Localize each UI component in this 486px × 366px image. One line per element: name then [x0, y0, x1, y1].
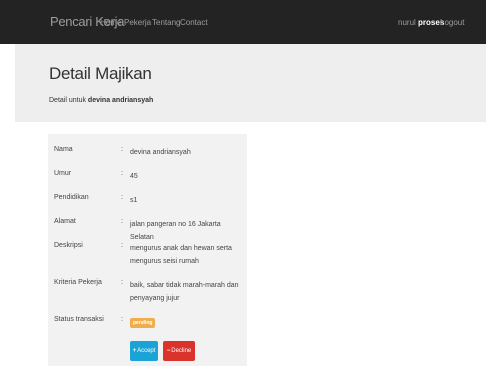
detail-label: Deskripsi — [54, 242, 83, 249]
accept-button[interactable]: +Accept — [130, 341, 158, 361]
detail-separator: : — [121, 170, 123, 177]
detail-label: Alamat — [54, 218, 76, 225]
detail-label: Nama — [54, 146, 73, 153]
accept-label: Accept — [137, 348, 156, 354]
detail-label: Pendidikan — [54, 194, 89, 201]
nav-user-link[interactable]: nurul proses — [398, 18, 444, 27]
detail-separator: : — [121, 279, 123, 286]
logout-link[interactable]: Logout — [440, 18, 464, 27]
page-header: Detail Majikan Detail untuk devina andri… — [15, 44, 486, 122]
detail-label: Umur — [54, 170, 72, 177]
minus-icon: − — [166, 348, 171, 354]
nav-tentang-link[interactable]: Tentang — [152, 18, 180, 27]
detail-value: baik, sabar tidak marah-marah dan penyay… — [130, 282, 239, 302]
detail-separator: : — [121, 242, 123, 249]
detail-label: Kriteria Pekerja — [54, 279, 102, 286]
decline-label: Decline — [171, 348, 192, 354]
detail-value: 45 — [130, 173, 138, 180]
detail-separator: : — [121, 194, 123, 201]
detail-value: jalan pangeran no 16 Jakarta Selatan — [130, 221, 221, 241]
detail-table: Nama : devina andriansyah Umur : 45 Pend… — [48, 134, 247, 366]
nav-contact-link[interactable]: Contact — [180, 18, 208, 27]
detail-label: Status transaksi — [54, 316, 104, 323]
detail-value: pending — [130, 316, 245, 329]
nav-pekerja-link[interactable]: Pekerja — [124, 18, 151, 27]
detail-separator: : — [121, 316, 123, 323]
plus-icon: + — [132, 348, 137, 354]
detail-value: s1 — [130, 197, 138, 204]
page-title: Detail Majikan — [49, 64, 152, 83]
page-subtitle: Detail untuk devina andriansyah — [49, 97, 153, 104]
detail-separator: : — [121, 218, 123, 225]
decline-button[interactable]: −Decline — [163, 341, 195, 361]
detail-separator: : — [121, 146, 123, 153]
status-badge: pending — [130, 318, 156, 328]
user-name: nurul — [398, 18, 416, 27]
nav-home-link[interactable]: Home — [100, 18, 121, 27]
subtitle-name: devina andriansyah — [87, 97, 154, 104]
navbar: Pencari Kerja Home Pekerja Tentang Conta… — [0, 0, 486, 44]
detail-value: mengurus anak dan hewan serta mengurus s… — [130, 245, 232, 265]
subtitle-prefix: Detail untuk — [49, 97, 86, 104]
detail-value: devina andriansyah — [130, 149, 191, 156]
